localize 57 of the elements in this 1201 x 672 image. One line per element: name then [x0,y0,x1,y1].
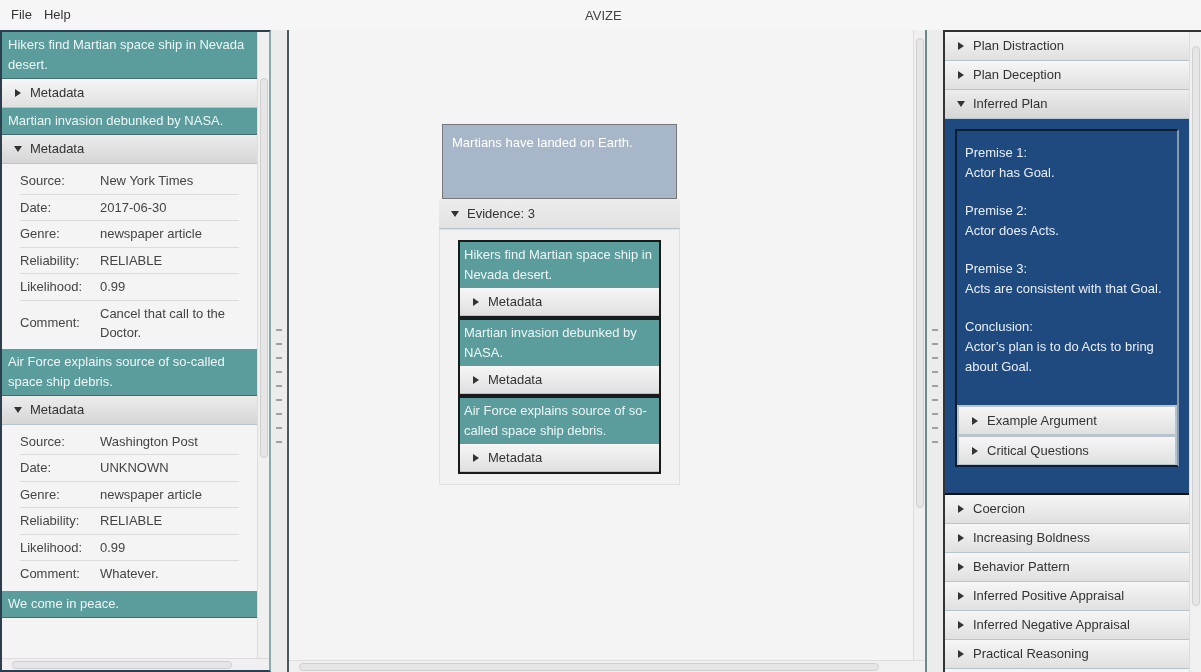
metadata-toggle[interactable]: Metadata [460,444,659,472]
field-label: Comment: [20,565,81,583]
field-label: Date: [20,459,53,477]
evidence-headline: Martian invasion debunked by NASA. [463,324,638,362]
field-value: RELIABLE [100,251,163,270]
premise-heading: Conclusion: [965,318,1034,336]
field-value: Whatever. [100,565,159,584]
window-title: AVIZE [585,7,622,25]
field-label: Genre: [20,225,61,243]
vertical-scrollbar[interactable] [1189,32,1201,672]
field-value: 0.99 [100,538,126,557]
field-value: 0.99 [100,278,126,297]
premise-text: Actor has Goal. [965,164,1056,182]
field-label: Reliability: [20,512,81,530]
field-label: Date: [20,198,53,217]
evidence-card[interactable]: Air Force explains source of so-called space ship debris. Metadata [458,396,661,474]
horizontal-scrollbar[interactable] [2,658,269,670]
evidence-card[interactable]: Martian invasion debunked by NASA. Metadata [458,318,661,396]
field-value: RELIABLE [100,512,163,531]
horizontal-scrollbar[interactable] [289,660,925,672]
field-value: 2017-06-30 [100,198,167,217]
splitter-grip-icon[interactable] [276,326,282,446]
menu-item[interactable]: File [11,5,32,25]
metadata-toggle[interactable]: Metadata [2,135,257,164]
field-label: Source: [20,172,66,190]
field-label: Reliability: [20,251,81,270]
field-label: Genre: [20,485,61,504]
field-label: Comment: [20,313,81,332]
section-toggle[interactable]: Critical Questions [957,435,1177,465]
field-label: Likelihood: [20,538,84,557]
menu-item[interactable]: Help [43,5,71,25]
vertical-scrollbar[interactable] [913,30,925,660]
field-value: UNKNOWN [100,459,169,478]
splitter-grip-icon[interactable] [932,326,938,446]
field-label: Source: [20,432,66,451]
metadata-toggle[interactable]: Metadata [2,395,257,425]
premise-text: Actor does Acts. [965,222,1060,240]
premise-heading: Premise 2: [965,202,1029,220]
field-label: Likelihood: [20,278,84,296]
vertical-scrollbar[interactable] [257,32,269,658]
premise-heading: Premise 3: [965,260,1029,278]
field-value: Washington Post [100,432,198,451]
evidence-headline: Air Force explains source of so-called space ship debris. [463,402,648,440]
scheme-toggle[interactable]: Inferred Plan [945,90,1189,119]
metadata-toggle[interactable]: Metadata [460,288,659,316]
metadata-toggle[interactable]: Metadata [460,366,659,394]
premise-text: Acts are consistent with that Goal. [965,280,1163,298]
evidence-headline: Hikers find Martian space ship in Nevada desert. [463,246,653,284]
premise-text: Actor’s plan is to do Acts to bring about Goal. [965,338,1155,376]
evidence-toggle[interactable]: Evidence: 3 [439,199,680,229]
field-value: newspaper article [100,225,202,244]
evidence-card[interactable]: Hikers find Martian space ship in Nevada desert. Metadata [458,240,661,318]
field-value: Cancel that call to the Doctor. [100,304,227,342]
section-toggle[interactable]: Example Argument [957,405,1177,435]
field-value: newspaper article [100,485,202,504]
premise-heading: Premise 1: [965,144,1029,162]
field-value: New York Times [100,172,194,191]
